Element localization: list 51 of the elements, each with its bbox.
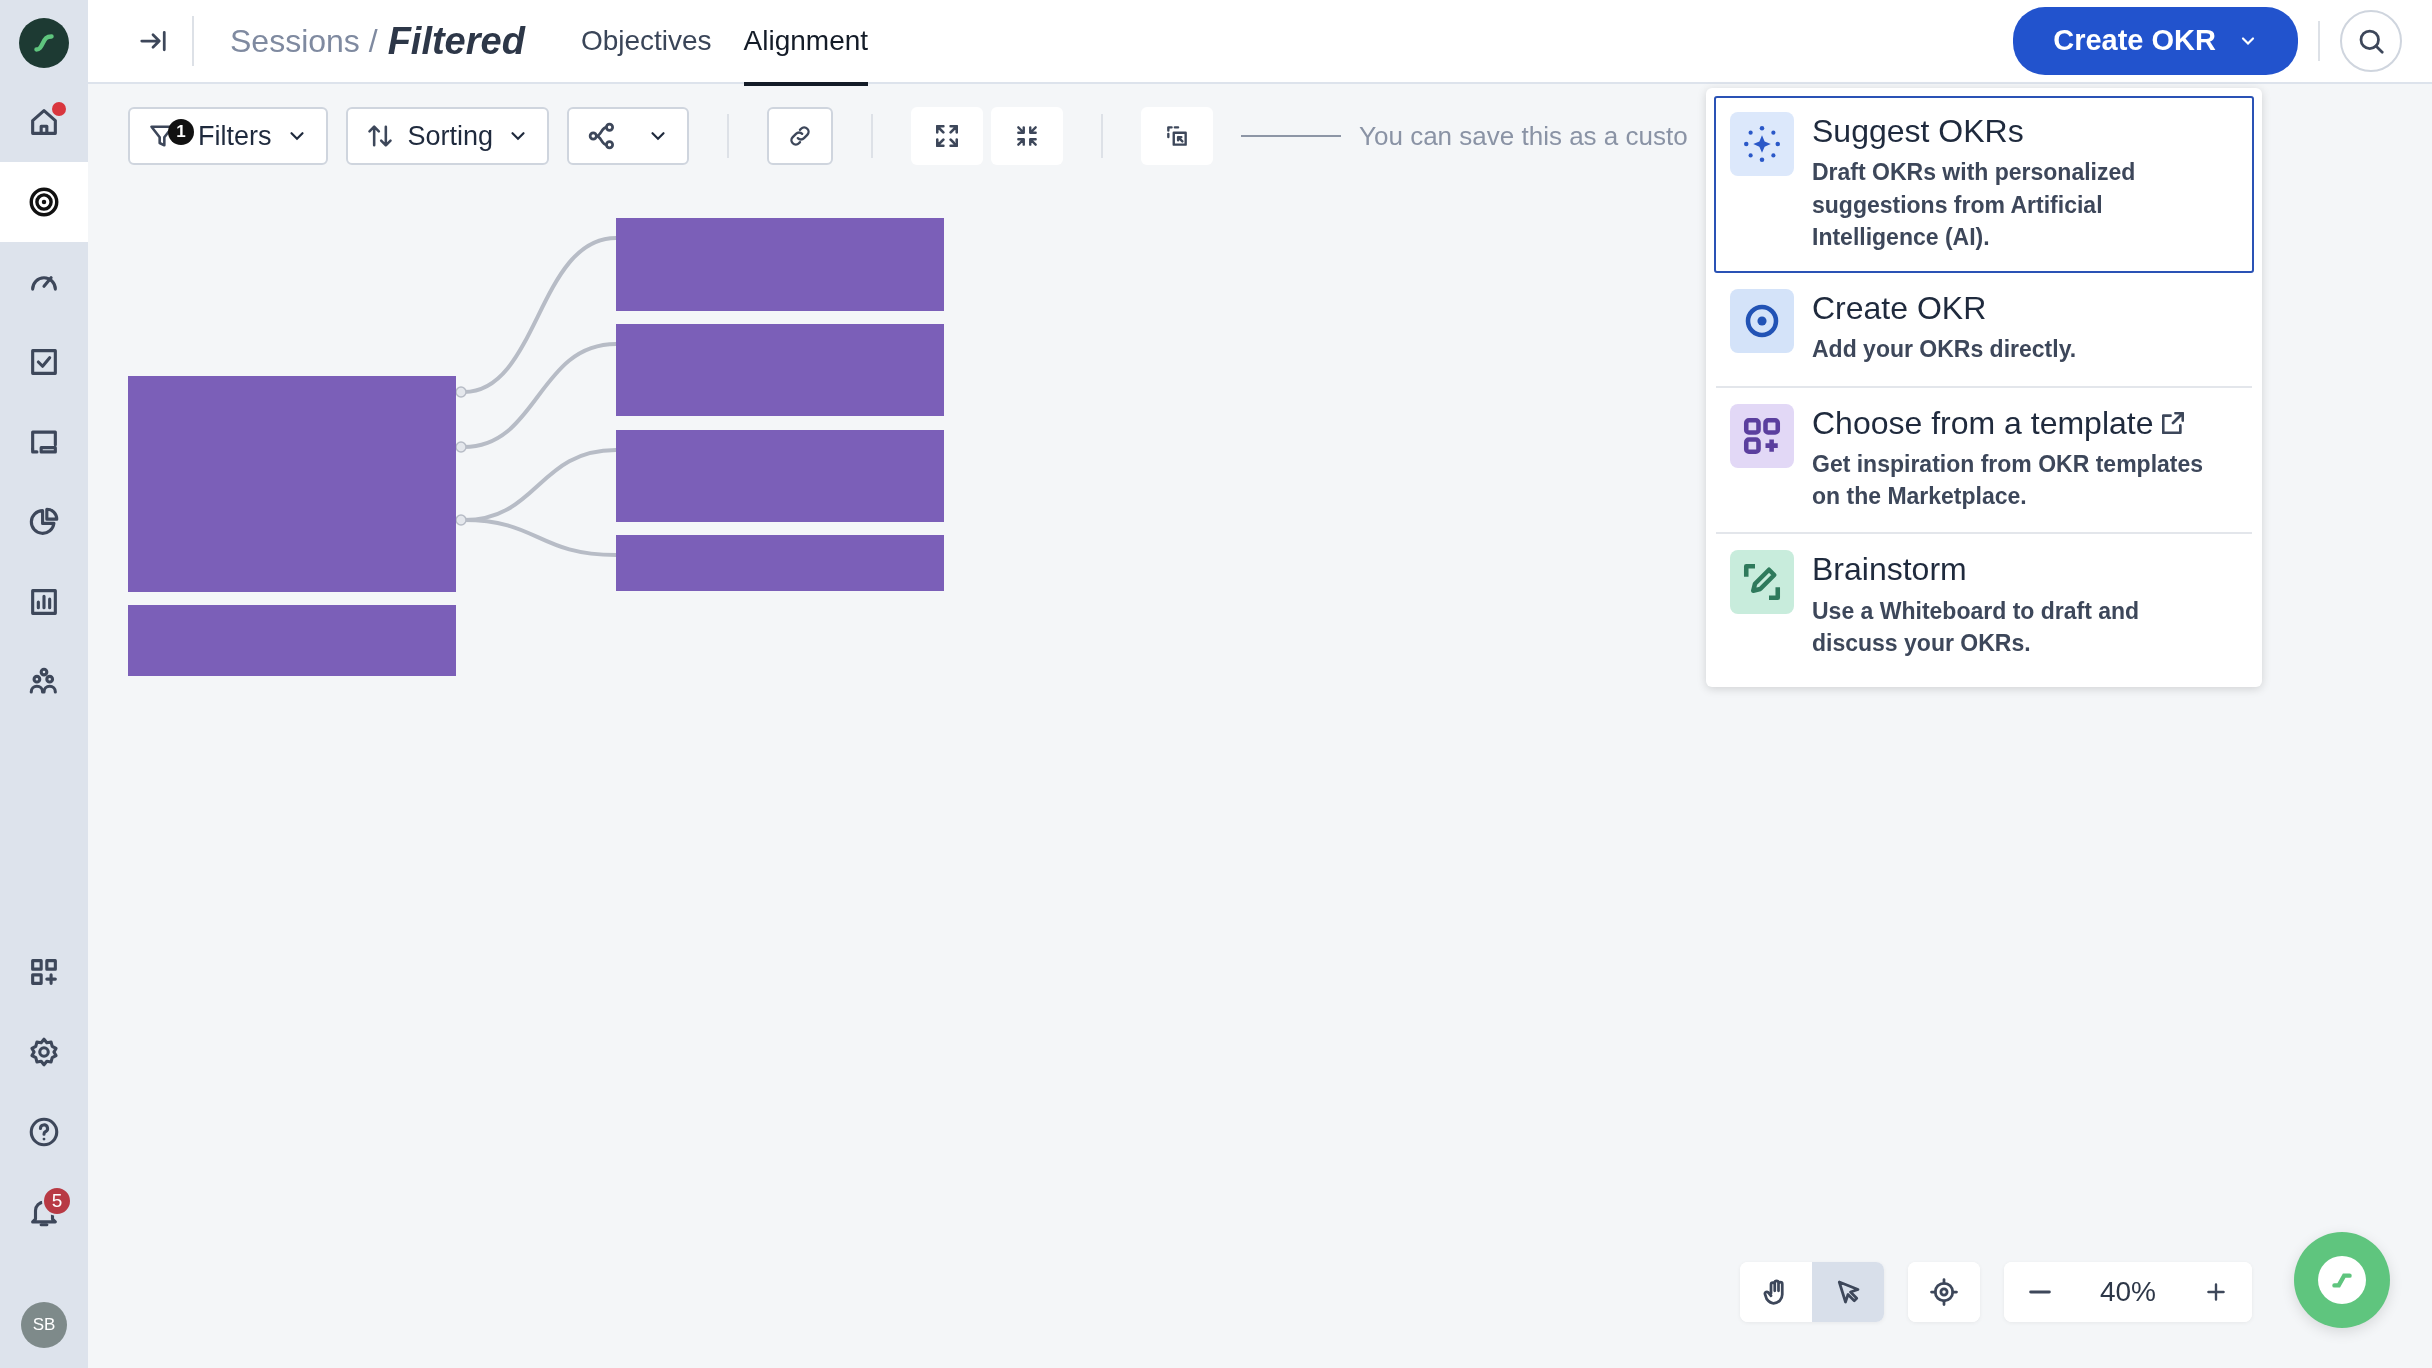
menu-item-title: Suggest OKRs [1812, 112, 2024, 151]
target-icon [27, 185, 61, 219]
settings-icon [27, 1035, 61, 1069]
objective-node[interactable] [616, 430, 944, 522]
page-title: Filtered [387, 18, 525, 64]
help-icon [27, 1115, 61, 1149]
filter-count-badge: 1 [168, 119, 194, 145]
node-handle[interactable] [455, 386, 467, 398]
layout-button[interactable] [567, 107, 690, 165]
expand-all-button[interactable] [911, 107, 984, 165]
export-button[interactable] [1141, 107, 1214, 165]
target-icon [1730, 288, 1794, 353]
link-button[interactable] [767, 107, 834, 165]
pencil-icon [1730, 550, 1794, 615]
canvas-tool-button[interactable] [1811, 1262, 1884, 1322]
user-avatar[interactable]: SB [21, 1302, 67, 1348]
collapse-all-button[interactable] [991, 107, 1064, 165]
menu-item-description: Get inspiration from OKR templates on the Marketplace. [1812, 449, 2205, 512]
expand-icon [936, 125, 959, 147]
menu-item-description: Draft OKRs with personalized suggestions from Artificial Intelligence (AI). [1812, 158, 2137, 252]
sidebar-item[interactable] [0, 162, 88, 242]
menu-item-title: Create OKR [1812, 288, 1987, 328]
menu-item[interactable]: Suggest OKRs Draft OKRs with personalized suggestions from Artificial Intelligence (AI). [1714, 96, 2254, 273]
app-logo[interactable] [19, 18, 69, 68]
menu-item-title: Brainstorm [1812, 550, 1967, 589]
canvas-tool-button[interactable] [1739, 1262, 1812, 1322]
objective-node[interactable] [128, 376, 456, 592]
notification-badge: 5 [42, 1186, 72, 1216]
objective-node[interactable] [128, 605, 456, 676]
recenter-button[interactable] [1907, 1262, 1980, 1322]
menu-item-description: Add your OKRs directly. [1812, 335, 2077, 365]
zoom-level: 40% [2098, 1275, 2157, 1309]
grid-plus-icon [1730, 403, 1794, 468]
node-handle[interactable] [455, 514, 467, 526]
minus-icon [2028, 1290, 2051, 1294]
menu-item-description: Use a Whiteboard to draft and discuss your OKRs. [1812, 596, 2141, 658]
hint-text: You can save this as a custo [1359, 119, 1688, 153]
sparkle-icon [1730, 112, 1794, 176]
objective-node[interactable] [616, 218, 944, 311]
node-handle[interactable] [455, 441, 467, 453]
crosshair-icon [1928, 1277, 1959, 1307]
sort-arrows-icon [365, 122, 394, 150]
create-okr-button[interactable]: Create OKR [2013, 7, 2298, 75]
objective-node[interactable] [616, 324, 944, 416]
tab[interactable]: Objectives [580, 0, 712, 86]
sidebar-item[interactable]: 5 [0, 1172, 88, 1252]
menu-item-title: Choose from a template [1812, 403, 2154, 442]
tab[interactable]: Alignment [743, 0, 869, 86]
objective-node[interactable] [616, 535, 944, 591]
sorting-button[interactable]: Sorting [345, 107, 550, 165]
filters-button[interactable]: 1 Filters [128, 107, 328, 165]
